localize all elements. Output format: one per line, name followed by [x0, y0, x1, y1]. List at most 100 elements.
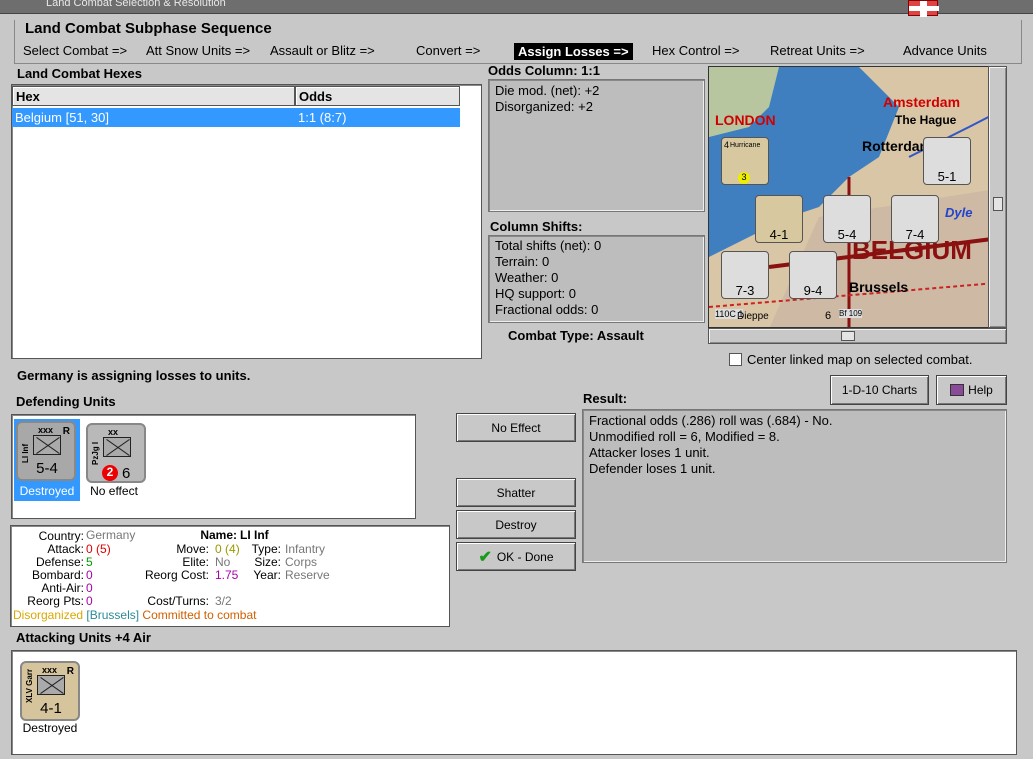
- german-flag-icon: [908, 0, 939, 17]
- status-hex: [Brussels]: [86, 608, 140, 622]
- attack-original: (5): [96, 542, 111, 556]
- result-line: Defender loses 1 unit.: [589, 461, 716, 476]
- map-label-bf109: Bf 109: [839, 309, 863, 318]
- reorg-pts-label: Reorg Pts:: [27, 594, 84, 608]
- defender-counter[interactable]: xx PzJg I 2 6: [86, 423, 146, 483]
- destroy-button[interactable]: Destroy: [456, 510, 576, 539]
- hex-row-hex[interactable]: Belgium [51, 30]: [12, 108, 295, 127]
- bombard-label: Bombard:: [31, 568, 84, 582]
- seq-retreat: Retreat Units =>: [770, 43, 865, 58]
- shift-line: Weather: 0: [495, 270, 559, 285]
- help-label: Help: [968, 383, 993, 397]
- move-current: 0: [215, 542, 222, 556]
- seq-hex-control: Hex Control =>: [652, 43, 740, 58]
- antiair-value: 0: [86, 581, 93, 595]
- year-value: Reserve: [285, 568, 330, 582]
- shift-line: HQ support: 0: [495, 286, 576, 301]
- odds-box: Die mod. (net): +2 Disorganized: +2: [488, 79, 705, 212]
- ok-label: OK - Done: [496, 549, 554, 564]
- no-effect-button[interactable]: No Effect: [456, 413, 576, 442]
- map-counter-value: 4-1: [769, 227, 789, 242]
- year-label: Year:: [253, 568, 281, 582]
- defending-title: Defending Units: [16, 394, 116, 409]
- unit-reorg: R: [66, 666, 74, 677]
- map-counter-value: 7-4: [905, 227, 925, 242]
- map-vscrollbar[interactable]: [988, 66, 1007, 328]
- map-vscroll-thumb[interactable]: [993, 197, 1003, 211]
- odds-title: Odds Column: 1:1: [488, 63, 600, 78]
- move-value: 0 (4): [215, 542, 240, 556]
- map-counter[interactable]: 5-1: [923, 137, 971, 185]
- unit-badge: 2: [102, 465, 118, 481]
- unit-side-label: XLV Garr: [25, 668, 34, 703]
- move-original: (4): [225, 542, 240, 556]
- map-counter[interactable]: 7-4: [891, 195, 939, 243]
- unit-status-line: Disorganized [Brussels] Committed to com…: [13, 608, 256, 622]
- map-label-rotterdam: Rotterdam: [862, 138, 933, 154]
- center-map-checkbox[interactable]: [729, 353, 742, 366]
- linked-map[interactable]: Amsterdam The Hague LONDON Rotterdam BEL…: [708, 66, 1007, 328]
- map-counter[interactable]: 9-4: [789, 251, 837, 299]
- hexes-title: Land Combat Hexes: [17, 66, 142, 81]
- shifts-box: Total shifts (net): 0 Terrain: 0 Weather…: [488, 235, 705, 323]
- map-counter[interactable]: 7-3: [721, 251, 769, 299]
- map-air-counter[interactable]: 4 Hurricane 3: [721, 137, 769, 185]
- air-value: 4: [724, 140, 730, 150]
- checkmark-icon: ✔: [478, 548, 492, 566]
- window-title: Land Combat Selection & Resolution: [46, 0, 226, 9]
- map-counter-value: 5-4: [837, 227, 857, 242]
- attacker-counter[interactable]: xxx R XLV Garr 4-1: [20, 661, 80, 721]
- country-value: Germany: [86, 528, 136, 542]
- elite-label: Elite:: [182, 555, 209, 569]
- defender-counter[interactable]: xxx R LI Inf 5-4: [16, 421, 76, 481]
- map-counter[interactable]: 4-1: [755, 195, 803, 243]
- unit-info-panel: Country: Germany Attack: 0 (5) Defense: …: [10, 525, 450, 627]
- map-label-dieppe: Dieppe: [737, 311, 769, 322]
- shatter-button[interactable]: Shatter: [456, 478, 576, 507]
- map-label-amsterdam: Amsterdam: [883, 94, 961, 110]
- status-committed: Committed to combat: [142, 608, 257, 622]
- col-header-hex[interactable]: Hex: [12, 86, 295, 106]
- center-map-label: Center linked map on selected combat.: [747, 352, 973, 367]
- unit-size: xx: [108, 427, 119, 437]
- seq-assault-blitz: Assault or Blitz =>: [270, 43, 375, 58]
- map-hscroll-thumb[interactable]: [841, 331, 855, 341]
- cost-turns-value: 3/2: [215, 594, 232, 608]
- attack-label: Attack:: [47, 542, 84, 556]
- map-label-dyle: Dyle: [945, 205, 973, 220]
- map-counter[interactable]: 5-4: [823, 195, 871, 243]
- map-label-brussels: Brussels: [849, 279, 909, 295]
- map-label-hague: The Hague: [895, 113, 957, 127]
- reorg-cost-label: Reorg Cost:: [144, 568, 209, 582]
- unit-side-label: PzJg I: [91, 441, 100, 465]
- unit-size: xxx: [38, 425, 54, 435]
- ok-done-button[interactable]: ✔ OK - Done: [456, 542, 576, 571]
- charts-button[interactable]: 1-D-10 Charts: [830, 375, 929, 405]
- unit-value: 5-4: [36, 460, 58, 477]
- shift-line: Fractional odds: 0: [495, 302, 599, 317]
- shift-line: Total shifts (net): 0: [495, 238, 602, 253]
- seq-att-snow: Att Snow Units =>: [146, 43, 251, 58]
- type-label: Type:: [251, 542, 281, 556]
- unit-value: 6: [122, 465, 131, 482]
- air-name: Hurricane: [730, 142, 761, 149]
- unit-size: xxx: [42, 665, 58, 675]
- help-button[interactable]: Help: [936, 375, 1007, 405]
- bombard-value: 0: [86, 568, 93, 582]
- col-header-odds[interactable]: Odds: [295, 86, 460, 106]
- cost-turns-label: Cost/Turns:: [147, 594, 209, 608]
- status-disorganized: Disorganized: [13, 608, 84, 622]
- attacking-title: Attacking Units +4 Air: [16, 630, 151, 645]
- result-line: Fractional odds (.286) roll was (.684) -…: [589, 413, 833, 428]
- attack-current: 0: [86, 542, 93, 556]
- seq-assign-losses: Assign Losses =>: [514, 43, 633, 60]
- sequence-title: Land Combat Subphase Sequence: [25, 20, 272, 37]
- unit-reorg: R: [62, 426, 70, 437]
- defender-status: Destroyed: [19, 484, 75, 498]
- map-label-london: LONDON: [715, 112, 776, 128]
- result-line: Attacker loses 1 unit.: [589, 445, 710, 460]
- map-hscrollbar[interactable]: [708, 328, 1007, 344]
- move-label: Move:: [176, 542, 209, 556]
- window-titlebar: Land Combat Selection & Resolution: [0, 0, 1033, 14]
- hex-row-odds[interactable]: 1:1 (8:7): [295, 108, 460, 127]
